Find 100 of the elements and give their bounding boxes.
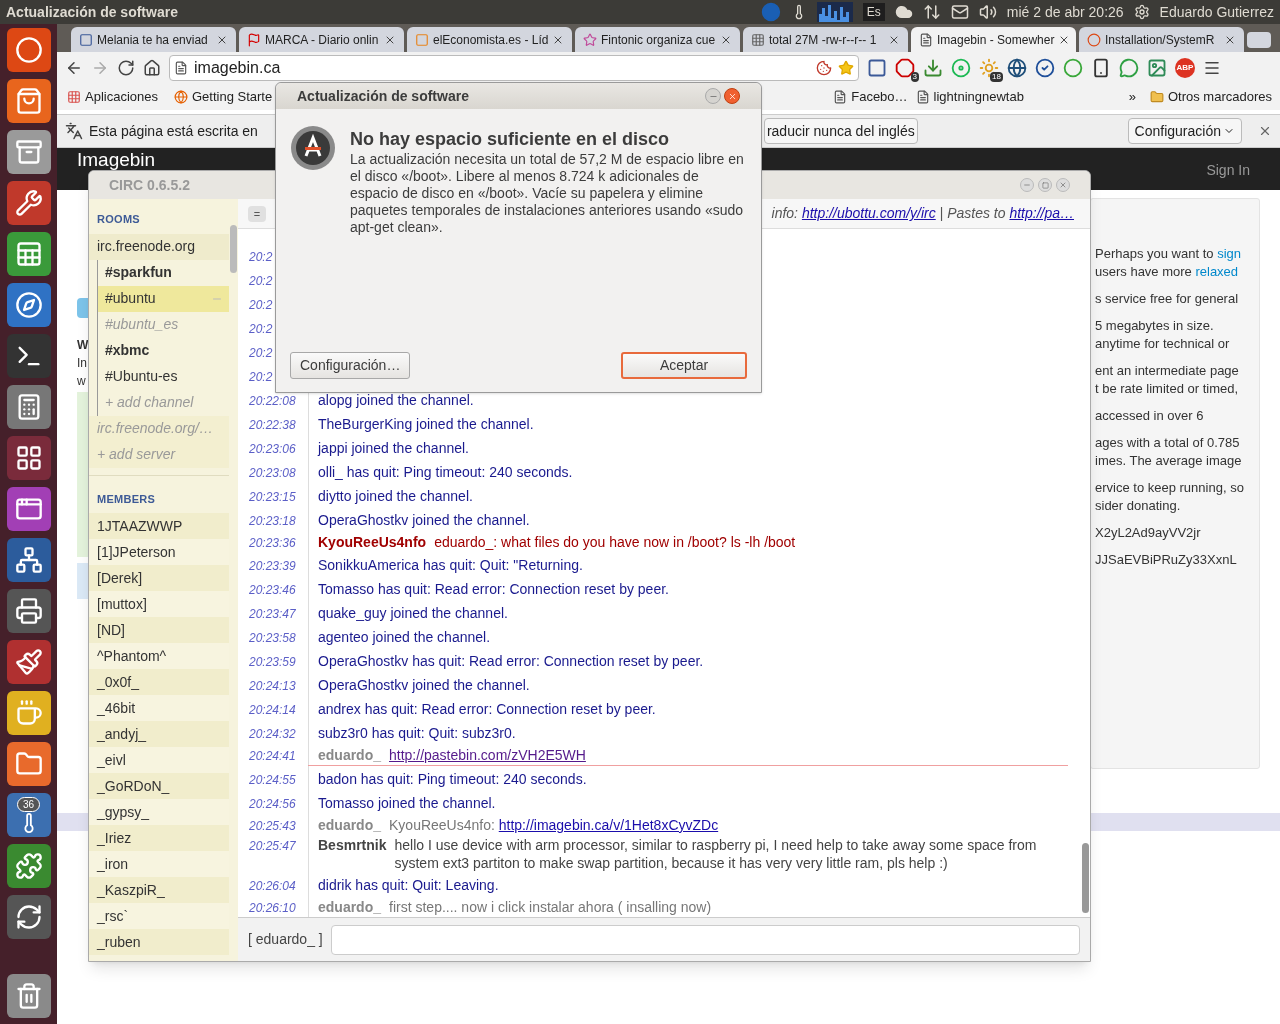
topic-button[interactable]: = (248, 205, 266, 222)
member-item[interactable]: _andyj_ (89, 721, 229, 747)
nickname[interactable]: Besmrtnik (318, 836, 387, 854)
channel-item[interactable]: #Ubuntu-es (98, 363, 229, 390)
chat-link[interactable]: http://imagebin.ca/v/1Het8xCyvZDc (498, 816, 719, 834)
site-brand[interactable]: Imagebin (77, 150, 156, 169)
address-bar[interactable]: imagebin.ca (169, 55, 859, 81)
launcher-item[interactable] (6, 130, 51, 174)
stop-sign-icon[interactable]: ABP (1175, 58, 1195, 78)
topic-link[interactable]: http://ubottu.com/y/irc (801, 203, 936, 224)
user-name[interactable]: Eduardo Gutierrez (1159, 1, 1274, 23)
browser-tab[interactable]: Installation/SystemR (1079, 27, 1244, 52)
network-icon (14, 546, 43, 574)
browser-tab[interactable]: MARCA - Diario onlin (239, 27, 404, 52)
browser-tab[interactable]: Fintonic organiza cue (575, 27, 740, 52)
chat-link[interactable]: http://pastebin.com/zVH2E5WH (389, 746, 586, 764)
clock[interactable]: mié 2 de abr 20:26 (1006, 1, 1124, 23)
bookmark[interactable]: Aplicaciones (65, 87, 160, 107)
nickname[interactable]: KyouReeUs4nfo (318, 533, 427, 551)
topic-link[interactable]: http://pa… (1009, 203, 1074, 224)
launcher-item[interactable] (6, 181, 51, 225)
more-bookmarks-button[interactable]: » (1128, 87, 1136, 107)
launcher-item[interactable] (6, 385, 51, 429)
member-item[interactable]: _ruben (89, 929, 229, 955)
check-icon[interactable] (1035, 58, 1055, 78)
launcher-item[interactable] (6, 487, 51, 531)
channel-item[interactable]: #ubuntu (98, 285, 229, 312)
square-icon[interactable] (867, 58, 887, 78)
speech-bubble-icon[interactable] (1119, 58, 1139, 78)
browser-tab[interactable]: Melania te ha enviad (71, 27, 236, 52)
keyboard-layout-indicator[interactable]: Es (862, 3, 885, 21)
launcher-item[interactable] (6, 895, 51, 939)
octagon-icon[interactable] (895, 58, 915, 78)
member-item[interactable]: _0x0f_ (89, 669, 229, 695)
phone-icon[interactable] (1091, 58, 1111, 78)
member-item[interactable]: _Iriez (89, 825, 229, 851)
new-tab-button[interactable] (1247, 32, 1271, 48)
member-item[interactable]: [ND] (89, 617, 229, 643)
launcher-item[interactable] (6, 283, 51, 327)
bookmark-star-icon[interactable] (838, 60, 854, 76)
launcher-item[interactable]: 36 (6, 793, 51, 837)
sign-in-link[interactable]: Sign In (1206, 160, 1250, 181)
mail-icon[interactable] (950, 3, 969, 21)
member-item[interactable]: [Derek] (89, 565, 229, 591)
dialog-button[interactable]: Aceptar (621, 352, 747, 379)
browser-tab[interactable]: Imagebin - Somewher (911, 27, 1076, 52)
member-item[interactable]: _GoRDoN_ (89, 773, 229, 799)
launcher-item[interactable] (6, 589, 51, 633)
close-icon[interactable] (1258, 124, 1272, 138)
menu-icon[interactable] (1203, 59, 1221, 77)
close-button[interactable] (1056, 178, 1070, 192)
activity-graph-icon[interactable] (816, 2, 853, 22)
message-input[interactable] (330, 924, 1080, 955)
bookmark[interactable]: lightningnewtab (913, 87, 1026, 107)
arrows-icon[interactable] (922, 3, 941, 21)
launcher-item[interactable] (6, 538, 51, 582)
launcher-item[interactable] (6, 79, 51, 123)
image-icon[interactable] (1147, 58, 1167, 78)
cloud-icon[interactable] (894, 3, 913, 21)
back-icon[interactable] (65, 59, 83, 77)
scrollbar[interactable] (230, 225, 237, 273)
bookmark[interactable]: Facebo… (831, 87, 910, 107)
channel-item[interactable]: #xbmc (98, 337, 229, 364)
launcher-item[interactable] (6, 691, 51, 735)
bookmark[interactable]: Getting Starte (172, 87, 275, 107)
close-button[interactable] (724, 88, 740, 104)
ring-icon[interactable] (1063, 58, 1083, 78)
browser-tab[interactable]: elEconomista.es - Líd (407, 27, 572, 52)
nickname[interactable]: eduardo_ (318, 898, 381, 916)
launcher-item[interactable] (6, 742, 51, 786)
browser-tab[interactable]: total 27M -rw-r--r-- 1 (743, 27, 908, 52)
home-icon[interactable] (143, 59, 161, 77)
launcher-item[interactable] (6, 28, 51, 72)
channel-item[interactable]: #sparkfun (98, 259, 229, 286)
settings-dropdown[interactable]: Configuración (1127, 118, 1242, 144)
scrollbar[interactable] (1082, 843, 1089, 913)
settings-icon[interactable] (1133, 4, 1150, 20)
launcher-item[interactable] (6, 640, 51, 684)
launcher-item[interactable] (6, 232, 51, 276)
server-item[interactable]: irc.freenode.org (89, 233, 229, 260)
globe-icon[interactable] (1007, 58, 1027, 78)
cookie-icon[interactable] (816, 60, 832, 76)
panel-link[interactable]: relaxed (1195, 263, 1239, 281)
dialog-button[interactable]: Configuración… (290, 352, 411, 379)
bookmark-folder[interactable]: Otros marcadores (1149, 87, 1272, 107)
launcher-item[interactable] (6, 974, 51, 1018)
launcher-item[interactable] (6, 436, 51, 480)
timestamp: 20:23:36 (248, 535, 297, 552)
nickname[interactable]: eduardo_ (318, 746, 381, 764)
member-item[interactable]: 1JTAAZWWP (89, 513, 229, 539)
panel-link[interactable]: sign (1217, 245, 1241, 263)
launcher-item[interactable] (6, 844, 51, 888)
nickname[interactable]: eduardo_ (318, 816, 381, 834)
sun-icon[interactable] (979, 58, 999, 78)
member-item[interactable]: _KaszpiR_ (89, 877, 229, 903)
download-icon[interactable] (923, 58, 943, 78)
volume-icon[interactable] (978, 3, 997, 21)
reload-icon[interactable] (117, 59, 135, 77)
launcher-item[interactable] (6, 334, 51, 378)
never-translate-button[interactable]: raducir nunca del inglés (763, 118, 918, 144)
